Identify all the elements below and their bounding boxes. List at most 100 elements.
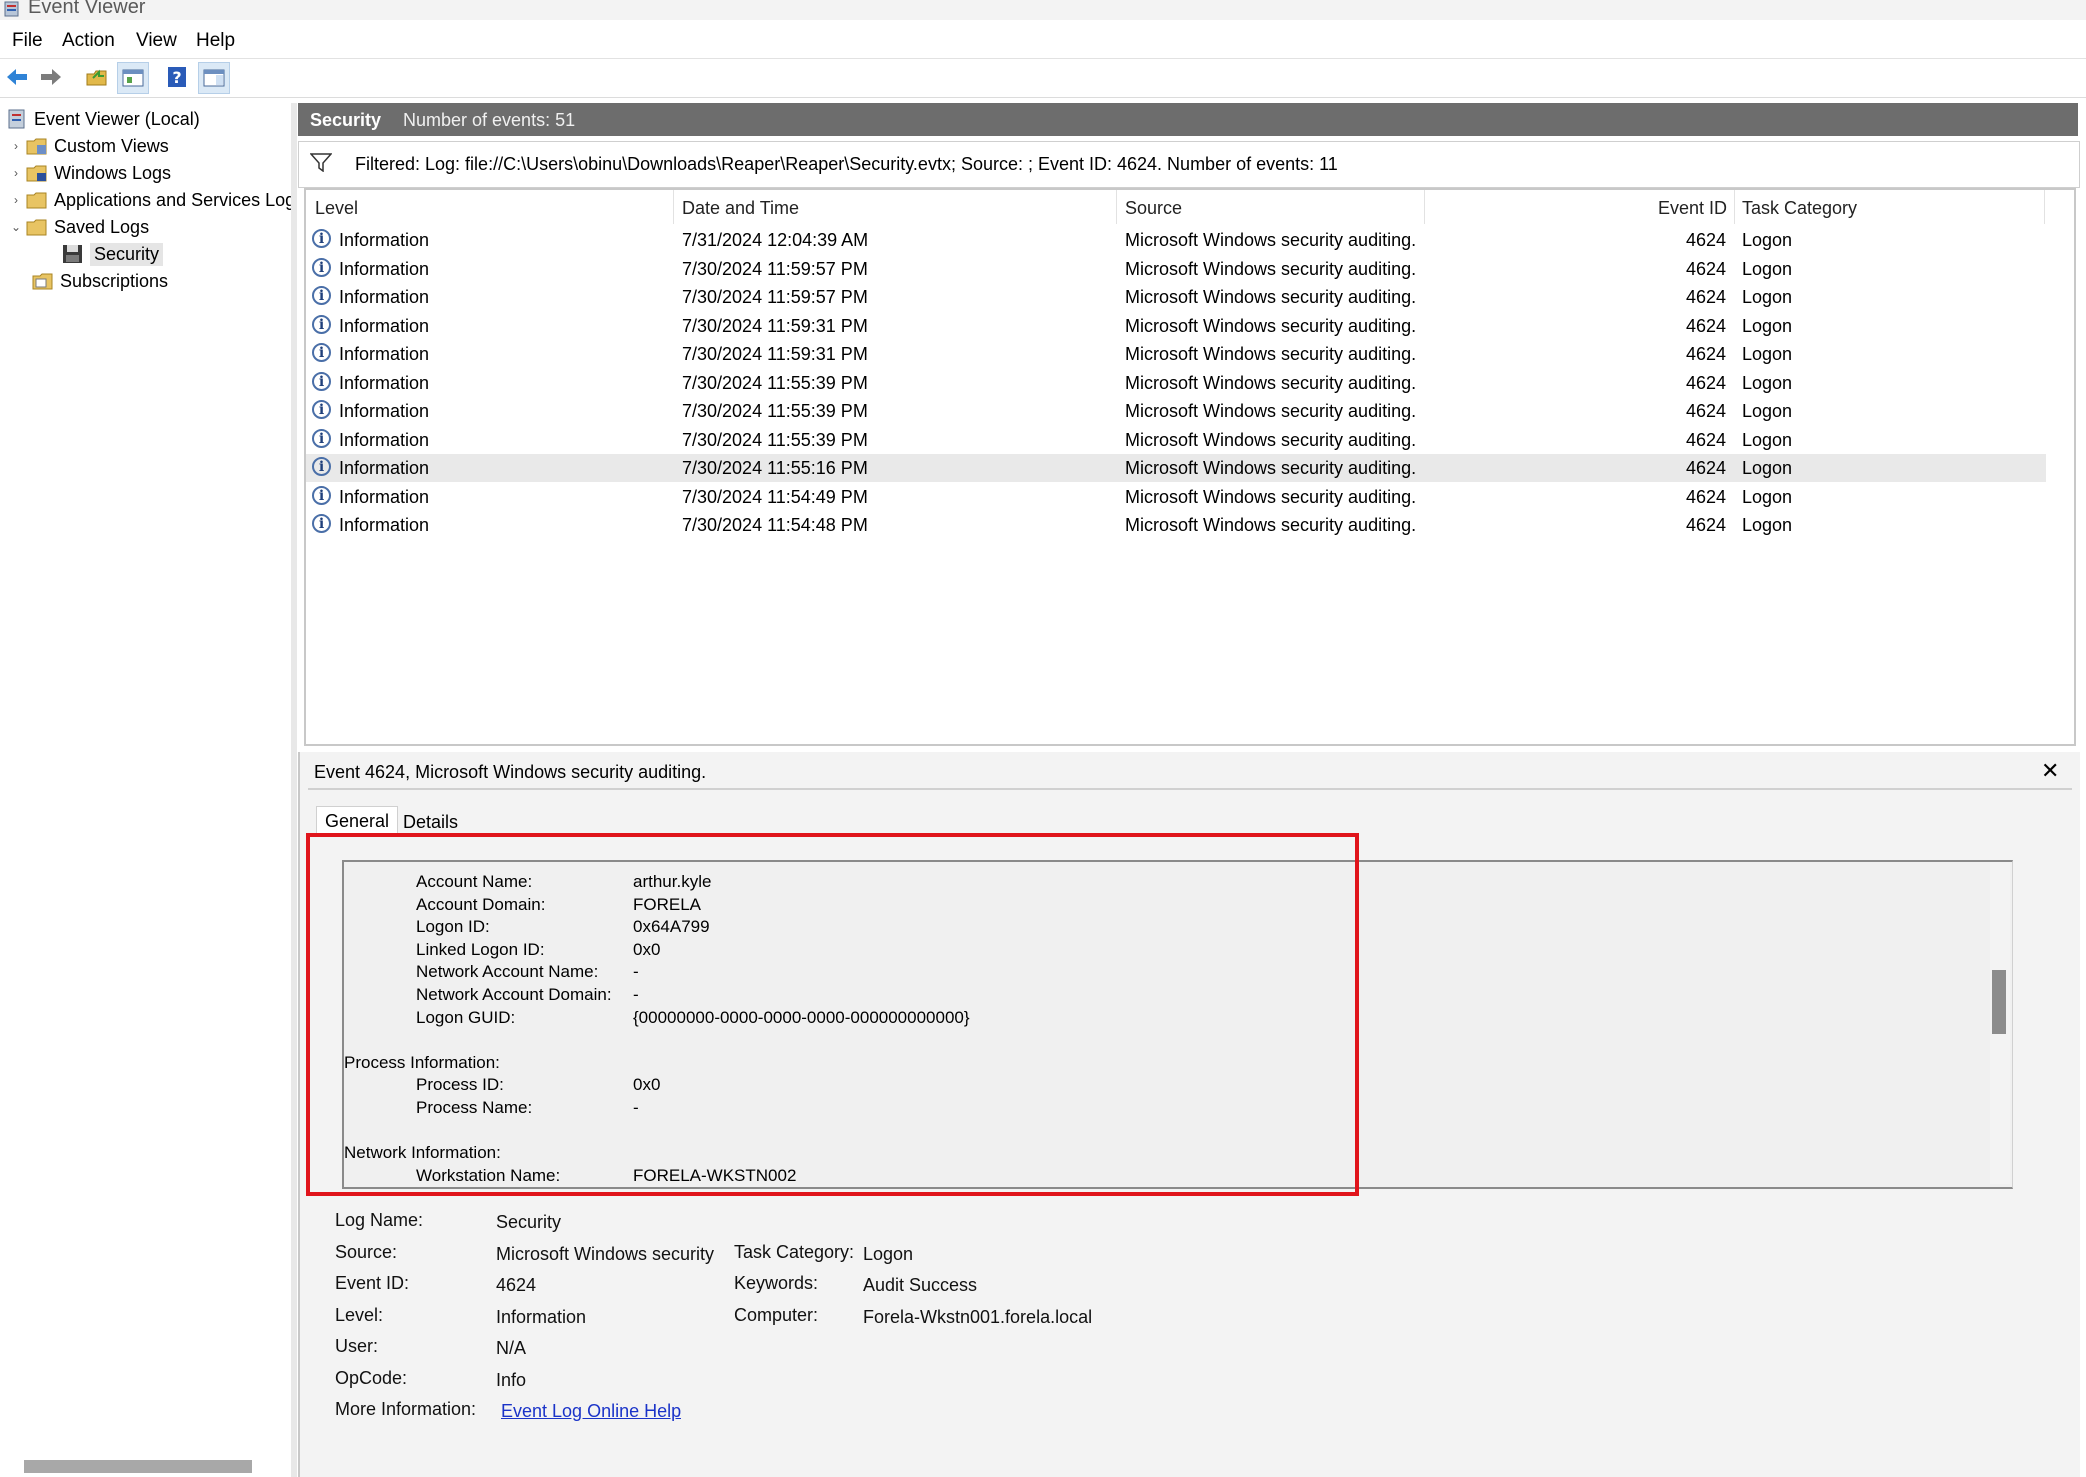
column-header-source[interactable]: Source [1125,198,1182,219]
detail-title: Event 4624, Microsoft Windows security a… [314,762,707,782]
information-icon: i [312,428,331,448]
property-label: User: [335,1336,379,1356]
tree-label: Security [90,242,164,266]
properties-icon[interactable] [117,62,149,94]
navigation-tree: Event Viewer (Local) › Custom Views › Wi… [0,103,292,1477]
back-arrow-icon[interactable] [2,62,32,92]
message-scrollbar-thumb[interactable] [1992,970,2006,1034]
table-row[interactable]: i Information 7/30/2024 11:55:16 PM Microso… [306,454,2046,482]
event-list: Level Date and Time Source Event ID Task… [304,188,2076,746]
cell-event-id: 4624 [1685,230,1726,250]
tree-item-security[interactable]: Security [60,241,164,267]
show-pane-icon[interactable] [198,62,230,94]
cell-date: 7/30/2024 11:59:57 PM [682,287,868,307]
cell-event-id: 4624 [1685,315,1726,336]
cell-source: Microsoft Windows security auditing. [1125,230,1417,250]
log-header-bar: Security Number of events: 51 [298,103,2078,136]
tree-item-event-viewer-local[interactable]: Event Viewer (Local) [4,106,200,132]
column-header-date[interactable]: Date and Time [682,198,799,219]
menu-bar: File Action View Help [0,20,2086,59]
information-icon: i [312,343,331,362]
cell-level: Information [339,401,430,421]
tree-label: Applications and Services Logs [54,189,292,210]
menu-file[interactable]: File [12,30,43,52]
cell-event-id: 4624 [1685,515,1726,535]
help-icon[interactable]: ? [162,62,192,92]
folder-icon [26,219,47,236]
property-label: Source: [335,1241,398,1262]
table-row[interactable]: i Information 7/30/2024 11:55:39 PM Microso… [306,426,2046,454]
filter-description: Filtered: Log: file://C:\Users\obinu\Dow… [355,154,1338,174]
column-header-event-id[interactable]: Event ID [1658,198,1727,219]
chevron-right-icon[interactable]: › [8,193,24,207]
menu-help[interactable]: Help [196,30,235,52]
chevron-down-icon[interactable]: ⌄ [8,220,24,234]
information-icon: i [312,286,331,305]
cell-level: Information [339,258,430,279]
property-value: Logon [863,1243,914,1264]
cell-event-id: 4624 [1685,429,1726,450]
tree-label: Event Viewer (Local) [34,108,200,129]
table-row[interactable]: i Information 7/30/2024 11:59:57 PM Microso… [306,255,2046,283]
pane-splitter[interactable] [291,103,297,1477]
information-icon: i [312,485,331,505]
tree-item-custom-views[interactable]: › Custom Views [8,133,169,159]
tab-general[interactable]: General [316,806,399,836]
cell-source: Microsoft Windows security auditing. [1125,458,1417,478]
folder-icon [26,138,47,155]
cell-level: Information [339,486,430,507]
event-viewer-icon [8,109,25,129]
open-folder-icon[interactable] [82,62,112,92]
folder-icon [26,192,47,209]
cell-task-category: Logon [1742,515,1793,535]
property-value: Audit Success [863,1275,978,1295]
tree-item-applications-services[interactable]: › Applications and Services Logs [8,187,292,213]
cell-source: Microsoft Windows security auditing. [1125,401,1417,421]
information-icon: i [312,229,331,248]
information-icon: i [312,457,331,476]
column-header-task-category[interactable]: Task Category [1742,198,1857,219]
tree-item-saved-logs[interactable]: ⌄ Saved Logs [8,214,149,240]
table-row[interactable]: i Information 7/30/2024 11:59:57 PM Microso… [306,283,2046,311]
toolbar: ? [0,59,2086,98]
menu-action[interactable]: Action [62,30,115,52]
table-row[interactable]: i Information 7/30/2024 11:54:48 PM Microso… [306,511,2046,539]
property-label: OpCode: [335,1367,408,1388]
property-value: Forela-Wkstn001.forela.local [863,1306,1093,1327]
title-bar: Event Viewer [0,0,2086,20]
column-header-level[interactable]: Level [315,198,358,219]
cell-task-category: Logon [1742,230,1793,250]
table-row[interactable]: i Information 7/30/2024 11:55:39 PM Microso… [306,369,2046,397]
cell-level: Information [339,515,430,535]
tree-item-windows-logs[interactable]: › Windows Logs [8,160,171,186]
cell-date: 7/30/2024 11:59:57 PM [682,258,868,279]
event-log-online-help-link[interactable]: Event Log Online Help [501,1401,681,1422]
property-label: Task Category: [734,1241,855,1262]
property-label: Keywords: [734,1273,819,1293]
cell-date: 7/30/2024 11:55:39 PM [682,372,868,393]
cell-source: Microsoft Windows security auditing. [1125,372,1417,393]
tree-item-subscriptions[interactable]: Subscriptions [30,268,168,294]
information-icon: i [312,514,331,533]
forward-arrow-icon[interactable] [36,62,66,92]
cell-date: 7/30/2024 11:59:31 PM [682,344,868,364]
saved-log-icon [63,245,82,263]
property-value: 4624 [496,1275,537,1295]
table-row[interactable]: i Information 7/30/2024 11:59:31 PM Microso… [306,340,2046,368]
table-row[interactable]: i Information 7/30/2024 11:59:31 PM Microso… [306,312,2046,340]
chevron-right-icon[interactable]: › [8,139,24,153]
filter-icon [310,153,332,172]
menu-view[interactable]: View [136,30,177,52]
table-row[interactable]: i Information 7/31/2024 12:04:39 AM Microso… [306,226,2046,254]
tree-horizontal-scrollbar[interactable] [24,1460,252,1473]
cell-source: Microsoft Windows security auditing. [1125,486,1417,507]
cell-date: 7/30/2024 11:55:39 PM [682,429,868,450]
property-label: Event ID: [335,1273,410,1293]
cell-event-id: 4624 [1685,372,1726,393]
table-row[interactable]: i Information 7/30/2024 11:55:39 PM Microso… [306,397,2046,425]
cell-date: 7/31/2024 12:04:39 AM [682,230,869,250]
cell-task-category: Logon [1742,258,1793,279]
table-row[interactable]: i Information 7/30/2024 11:54:49 PM Microso… [306,483,2046,511]
chevron-right-icon[interactable]: › [8,166,24,180]
close-icon[interactable]: ✕ [2041,758,2059,784]
